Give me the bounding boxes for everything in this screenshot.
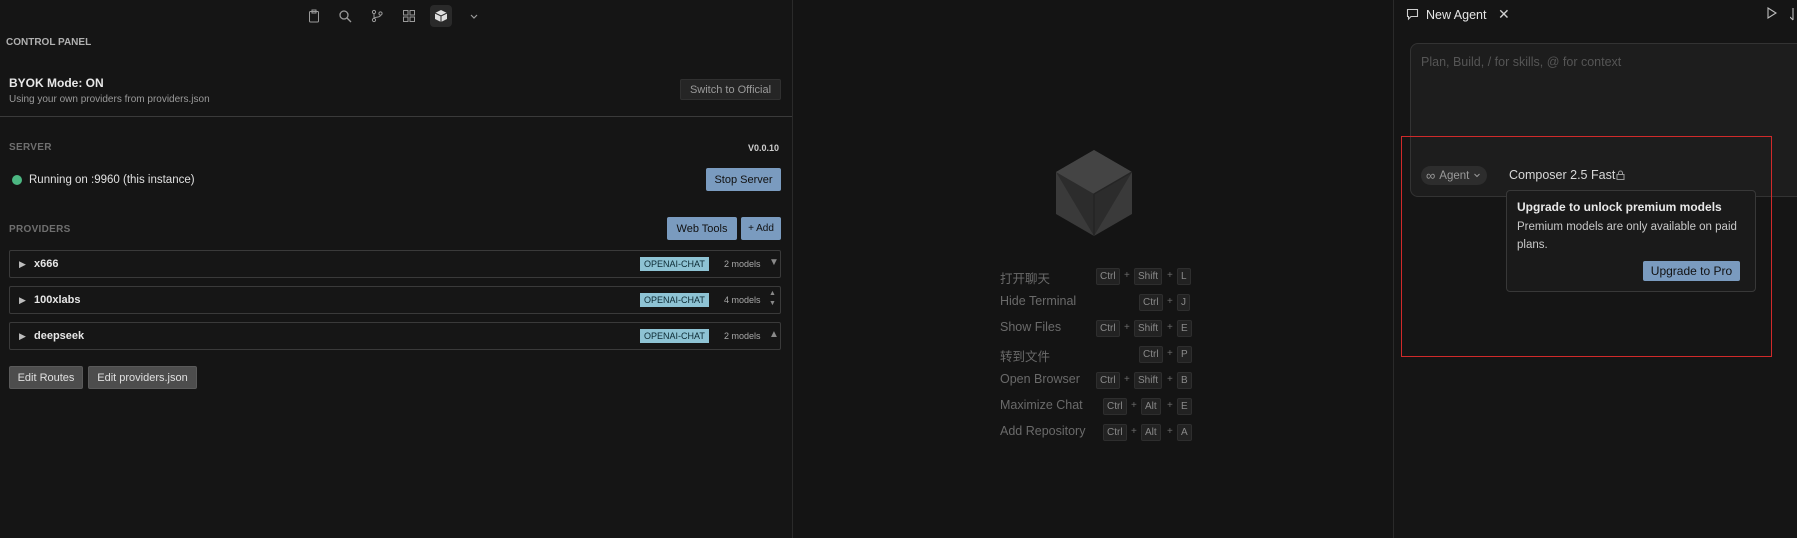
reorder-icon[interactable]: ▼ — [769, 257, 779, 268]
key-cap: J — [1177, 294, 1190, 311]
provider-name: x666 — [34, 258, 59, 270]
provider-row[interactable]: ▶ x666 OPENAI-CHAT 2 models ▼ — [9, 250, 781, 278]
version-label: V0.0.10 — [748, 143, 780, 153]
chevron-down-icon — [1473, 170, 1481, 182]
provider-row[interactable]: ▶ deepseek OPENAI-CHAT 2 models ▲ — [9, 322, 781, 350]
key-cap: Ctrl — [1139, 346, 1163, 363]
source-control-icon[interactable] — [366, 5, 388, 27]
model-selector[interactable]: Composer 2.5 Fast — [1509, 168, 1615, 182]
lock-icon — [1616, 170, 1625, 183]
key-plus: + — [1131, 426, 1137, 437]
model-count: 2 models — [724, 331, 761, 341]
mode-label: Agent — [1439, 169, 1470, 182]
server-section-title: SERVER — [9, 142, 52, 153]
key-cap: E — [1177, 320, 1192, 337]
key-cap: Ctrl — [1096, 320, 1120, 337]
model-count: 4 models — [724, 295, 761, 305]
app-logo — [1054, 148, 1134, 241]
clipboard-icon[interactable] — [303, 5, 325, 27]
shortcut-label: Maximize Chat — [1000, 398, 1083, 412]
cube-icon[interactable] — [430, 5, 452, 27]
providers-section-title: PROVIDERS — [9, 224, 71, 235]
popup-title: Upgrade to unlock premium models — [1517, 200, 1722, 214]
provider-type-badge: OPENAI-CHAT — [640, 293, 709, 307]
key-cap: E — [1177, 398, 1192, 415]
key-plus: + — [1167, 322, 1173, 333]
provider-row[interactable]: ▶ 100xlabs OPENAI-CHAT 4 models ▲▼ — [9, 286, 781, 314]
byok-title: BYOK Mode: ON — [9, 76, 104, 90]
provider-type-badge: OPENAI-CHAT — [640, 329, 709, 343]
key-cap: Ctrl — [1103, 424, 1127, 441]
chevron-down-icon[interactable] — [463, 5, 485, 27]
extensions-icon[interactable] — [398, 5, 420, 27]
key-plus: + — [1167, 348, 1173, 359]
upgrade-popup: Upgrade to unlock premium models Premium… — [1506, 190, 1756, 292]
shortcut-label: 打开聊天 — [1000, 272, 1051, 286]
mode-selector[interactable]: ∞ Agent — [1421, 166, 1488, 185]
shortcut-label: Hide Terminal — [1000, 294, 1077, 308]
chat-input-placeholder: Plan, Build, / for skills, @ for context — [1421, 55, 1622, 69]
key-cap: Ctrl — [1103, 398, 1127, 415]
add-provider-button[interactable]: + Add — [741, 217, 781, 240]
status-dot-icon — [12, 175, 22, 185]
shortcut-label: Show Files — [1000, 320, 1062, 334]
edit-providers-json-button[interactable]: Edit providers.json — [88, 366, 197, 389]
chat-bubble-icon — [1406, 8, 1419, 24]
provider-name: deepseek — [34, 330, 85, 342]
tab-new-agent[interactable]: New Agent — [1426, 8, 1486, 22]
agent-panel: New Agent ✕ Plan, Build, / for skills, @… — [1393, 0, 1797, 538]
key-cap: Shift — [1134, 268, 1163, 285]
chat-input-box[interactable]: Plan, Build, / for skills, @ for context… — [1410, 43, 1797, 197]
search-icon[interactable] — [334, 5, 356, 27]
server-status-text: Running on :9960 (this instance) — [29, 174, 195, 186]
key-plus: + — [1167, 296, 1173, 307]
key-cap: Shift — [1134, 372, 1163, 389]
stop-server-button[interactable]: Stop Server — [706, 168, 781, 191]
key-plus: + — [1124, 374, 1130, 385]
key-cap: Ctrl — [1096, 268, 1120, 285]
upgrade-to-pro-button[interactable]: Upgrade to Pro — [1643, 261, 1740, 281]
expand-triangle-icon[interactable]: ▶ — [19, 295, 26, 306]
key-cap: Shift — [1134, 320, 1163, 337]
divider — [0, 116, 792, 117]
key-plus: + — [1167, 400, 1173, 411]
control-panel: CONTROL PANEL BYOK Mode: ON Using your o… — [0, 0, 793, 538]
key-cap: Ctrl — [1096, 372, 1120, 389]
model-count: 2 models — [724, 259, 761, 269]
shortcut-label: Open Browser — [1000, 372, 1080, 386]
play-icon[interactable] — [1766, 7, 1778, 22]
close-icon[interactable]: ✕ — [1498, 6, 1510, 23]
key-plus: + — [1167, 374, 1173, 385]
edit-routes-button[interactable]: Edit Routes — [9, 366, 83, 389]
key-cap: L — [1177, 268, 1191, 285]
expand-triangle-icon[interactable]: ▶ — [19, 331, 26, 342]
panel-title: CONTROL PANEL — [6, 37, 92, 48]
popup-body: Premium models are only available on pai… — [1517, 221, 1737, 251]
more-icon[interactable] — [1790, 7, 1797, 21]
key-cap: B — [1177, 372, 1192, 389]
provider-name: 100xlabs — [34, 294, 81, 306]
key-plus: + — [1124, 270, 1130, 281]
key-cap: P — [1177, 346, 1192, 363]
switch-to-official-button[interactable]: Switch to Official — [680, 79, 781, 100]
key-plus: + — [1124, 322, 1130, 333]
web-tools-button[interactable]: Web Tools — [667, 217, 737, 240]
infinity-icon: ∞ — [1426, 168, 1436, 183]
key-cap: Alt — [1141, 398, 1161, 415]
shortcut-label: Add Repository — [1000, 424, 1086, 438]
provider-type-badge: OPENAI-CHAT — [640, 257, 709, 271]
reorder-icon[interactable]: ▲▼ — [769, 289, 777, 309]
byok-subtitle: Using your own providers from providers.… — [9, 94, 210, 105]
expand-triangle-icon[interactable]: ▶ — [19, 259, 26, 270]
key-plus: + — [1167, 426, 1173, 437]
key-plus: + — [1167, 270, 1173, 281]
key-cap: Ctrl — [1139, 294, 1163, 311]
key-cap: A — [1177, 424, 1192, 441]
key-cap: Alt — [1141, 424, 1161, 441]
reorder-icon[interactable]: ▲ — [769, 329, 779, 340]
key-plus: + — [1131, 400, 1137, 411]
shortcut-label: 转到文件 — [1000, 350, 1051, 364]
